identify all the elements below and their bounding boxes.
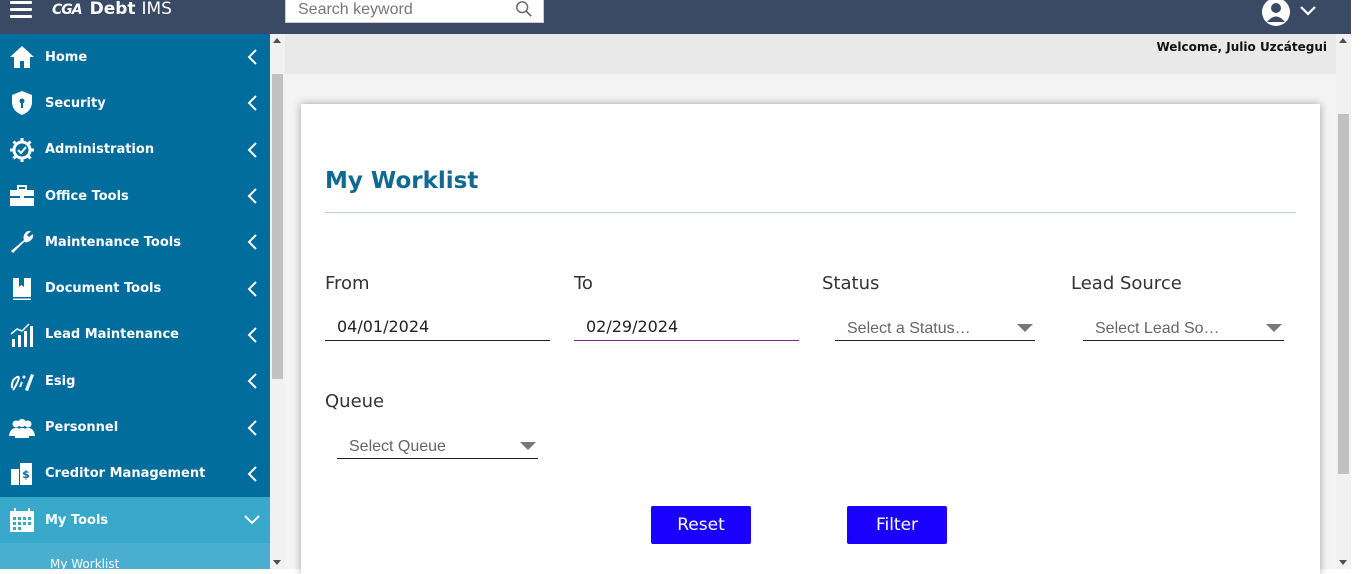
users-icon: [9, 418, 35, 438]
scroll-down-arrow-icon[interactable]: [1339, 560, 1347, 565]
hamburger-menu-icon[interactable]: [10, 1, 32, 19]
lead-source-select[interactable]: Select Lead So…: [1083, 311, 1284, 341]
to-date-value: 02/29/2024: [586, 317, 679, 336]
scroll-down-arrow-icon[interactable]: [273, 560, 281, 565]
search-icon[interactable]: [515, 0, 533, 18]
sidebar-item-creditor-management[interactable]: $ Creditor Management: [0, 451, 270, 497]
queue-select[interactable]: Select Queue: [337, 429, 538, 459]
filter-button[interactable]: Filter: [847, 506, 947, 544]
sidebar-item-esig[interactable]: Esig: [0, 358, 270, 404]
chevron-left-icon: [247, 419, 257, 436]
chevron-left-icon: [247, 234, 257, 251]
sidebar-item-security[interactable]: Security: [0, 80, 270, 126]
sidebar-item-label: Esig: [45, 373, 76, 389]
from-date-field[interactable]: 04/01/2024: [325, 311, 550, 341]
scroll-up-arrow-icon[interactable]: [1339, 38, 1347, 43]
book-icon: [13, 277, 31, 300]
shield-icon: [12, 91, 32, 116]
sidebar-item-label: Personnel: [45, 420, 119, 436]
logo-name: Debt: [89, 0, 136, 19]
sidebar-item-document-tools[interactable]: Document Tools: [0, 265, 270, 311]
from-date-value: 04/01/2024: [337, 317, 430, 336]
dropdown-arrow-icon: [520, 442, 536, 450]
svg-text:$: $: [22, 468, 30, 481]
sidebar-item-home[interactable]: Home: [0, 34, 270, 80]
lead-source-label: Lead Source: [1071, 273, 1182, 294]
status-placeholder: Select a Status…: [847, 320, 971, 337]
scroll-up-arrow-icon[interactable]: [273, 38, 281, 43]
title-divider: [325, 212, 1296, 213]
worklist-card: My Worklist From 04/01/2024 To 02/29/202…: [301, 104, 1320, 574]
page-scrollbar-thumb[interactable]: [1338, 114, 1349, 474]
page-scrollbar[interactable]: [1336, 34, 1351, 569]
chevron-left-icon: [247, 327, 257, 343]
chevron-left-icon: [247, 142, 257, 158]
search-input[interactable]: [286, 0, 506, 22]
lead-source-placeholder: Select Lead So…: [1095, 320, 1220, 337]
app-logo[interactable]: CGA Debt IMS: [52, 0, 172, 19]
home-icon: [10, 46, 34, 69]
chevron-left-icon: [247, 95, 257, 112]
sidebar-item-my-tools[interactable]: My Tools: [0, 496, 270, 544]
welcome-text: Welcome, Julio Uzcátegui: [1156, 40, 1327, 54]
building-dollar-icon: $: [11, 462, 32, 485]
search-box: [285, 0, 544, 23]
to-date-field[interactable]: 02/29/2024: [574, 311, 799, 341]
sidebar-item-lead-maintenance[interactable]: Lead Maintenance: [0, 312, 270, 358]
top-bar: CGA Debt IMS: [0, 0, 1366, 34]
sidebar-item-label: My Tools: [45, 512, 109, 528]
sidebar-item-administration[interactable]: Administration: [0, 127, 270, 173]
dropdown-arrow-icon: [1266, 324, 1282, 332]
sidebar-scrollbar-thumb[interactable]: [272, 74, 283, 379]
chevron-left-icon: [247, 49, 257, 65]
window-edge: [1351, 0, 1366, 569]
to-label: To: [574, 273, 593, 294]
sidebar-subitem-label: My Worklist: [50, 557, 120, 569]
queue-label: Queue: [325, 391, 385, 412]
welcome-bar: Welcome, Julio Uzcátegui: [285, 34, 1336, 74]
from-label: From: [325, 273, 370, 294]
gear-icon: [10, 137, 34, 162]
chevron-down-icon: [244, 515, 260, 525]
chevron-left-icon: [247, 373, 257, 389]
sidebar-item-label: Lead Maintenance: [45, 327, 179, 343]
sidebar-item-label: Office Tools: [45, 188, 129, 204]
sidebar-item-label: Creditor Management: [45, 466, 206, 482]
wrench-icon: [11, 231, 34, 254]
chevron-left-icon: [247, 466, 257, 482]
logo-prefix: CGA: [52, 2, 83, 18]
sidebar-item-office-tools[interactable]: Office Tools: [0, 173, 270, 219]
status-label: Status: [822, 273, 880, 294]
sidebar-item-personnel[interactable]: Personnel: [0, 404, 270, 450]
calendar-icon: [10, 508, 34, 533]
sidebar-item-label: Document Tools: [45, 281, 162, 297]
sidebar: Home Security Administration Office Tool…: [0, 34, 270, 569]
user-menu-chevron-icon[interactable]: [1299, 2, 1317, 20]
page-title: My Worklist: [325, 168, 479, 194]
dropdown-arrow-icon: [1017, 324, 1033, 332]
chevron-left-icon: [247, 188, 257, 204]
chevron-left-icon: [247, 280, 257, 297]
queue-placeholder: Select Queue: [349, 438, 446, 455]
status-select[interactable]: Select a Status…: [835, 311, 1035, 341]
sidebar-subitem-my-worklist[interactable]: My Worklist: [0, 543, 270, 569]
signature-icon: [10, 374, 34, 392]
logo-suffix: IMS: [141, 0, 172, 19]
sidebar-item-label: Security: [45, 95, 106, 111]
briefcase-icon: [10, 185, 34, 207]
sidebar-item-label: Home: [45, 49, 88, 65]
chart-icon: [10, 323, 33, 347]
sidebar-item-maintenance-tools[interactable]: Maintenance Tools: [0, 219, 270, 265]
user-avatar-icon[interactable]: [1261, 0, 1291, 27]
sidebar-item-label: Administration: [45, 142, 155, 158]
sidebar-item-label: Maintenance Tools: [45, 234, 181, 250]
reset-button[interactable]: Reset: [651, 506, 751, 544]
sidebar-scrollbar[interactable]: [270, 34, 285, 569]
